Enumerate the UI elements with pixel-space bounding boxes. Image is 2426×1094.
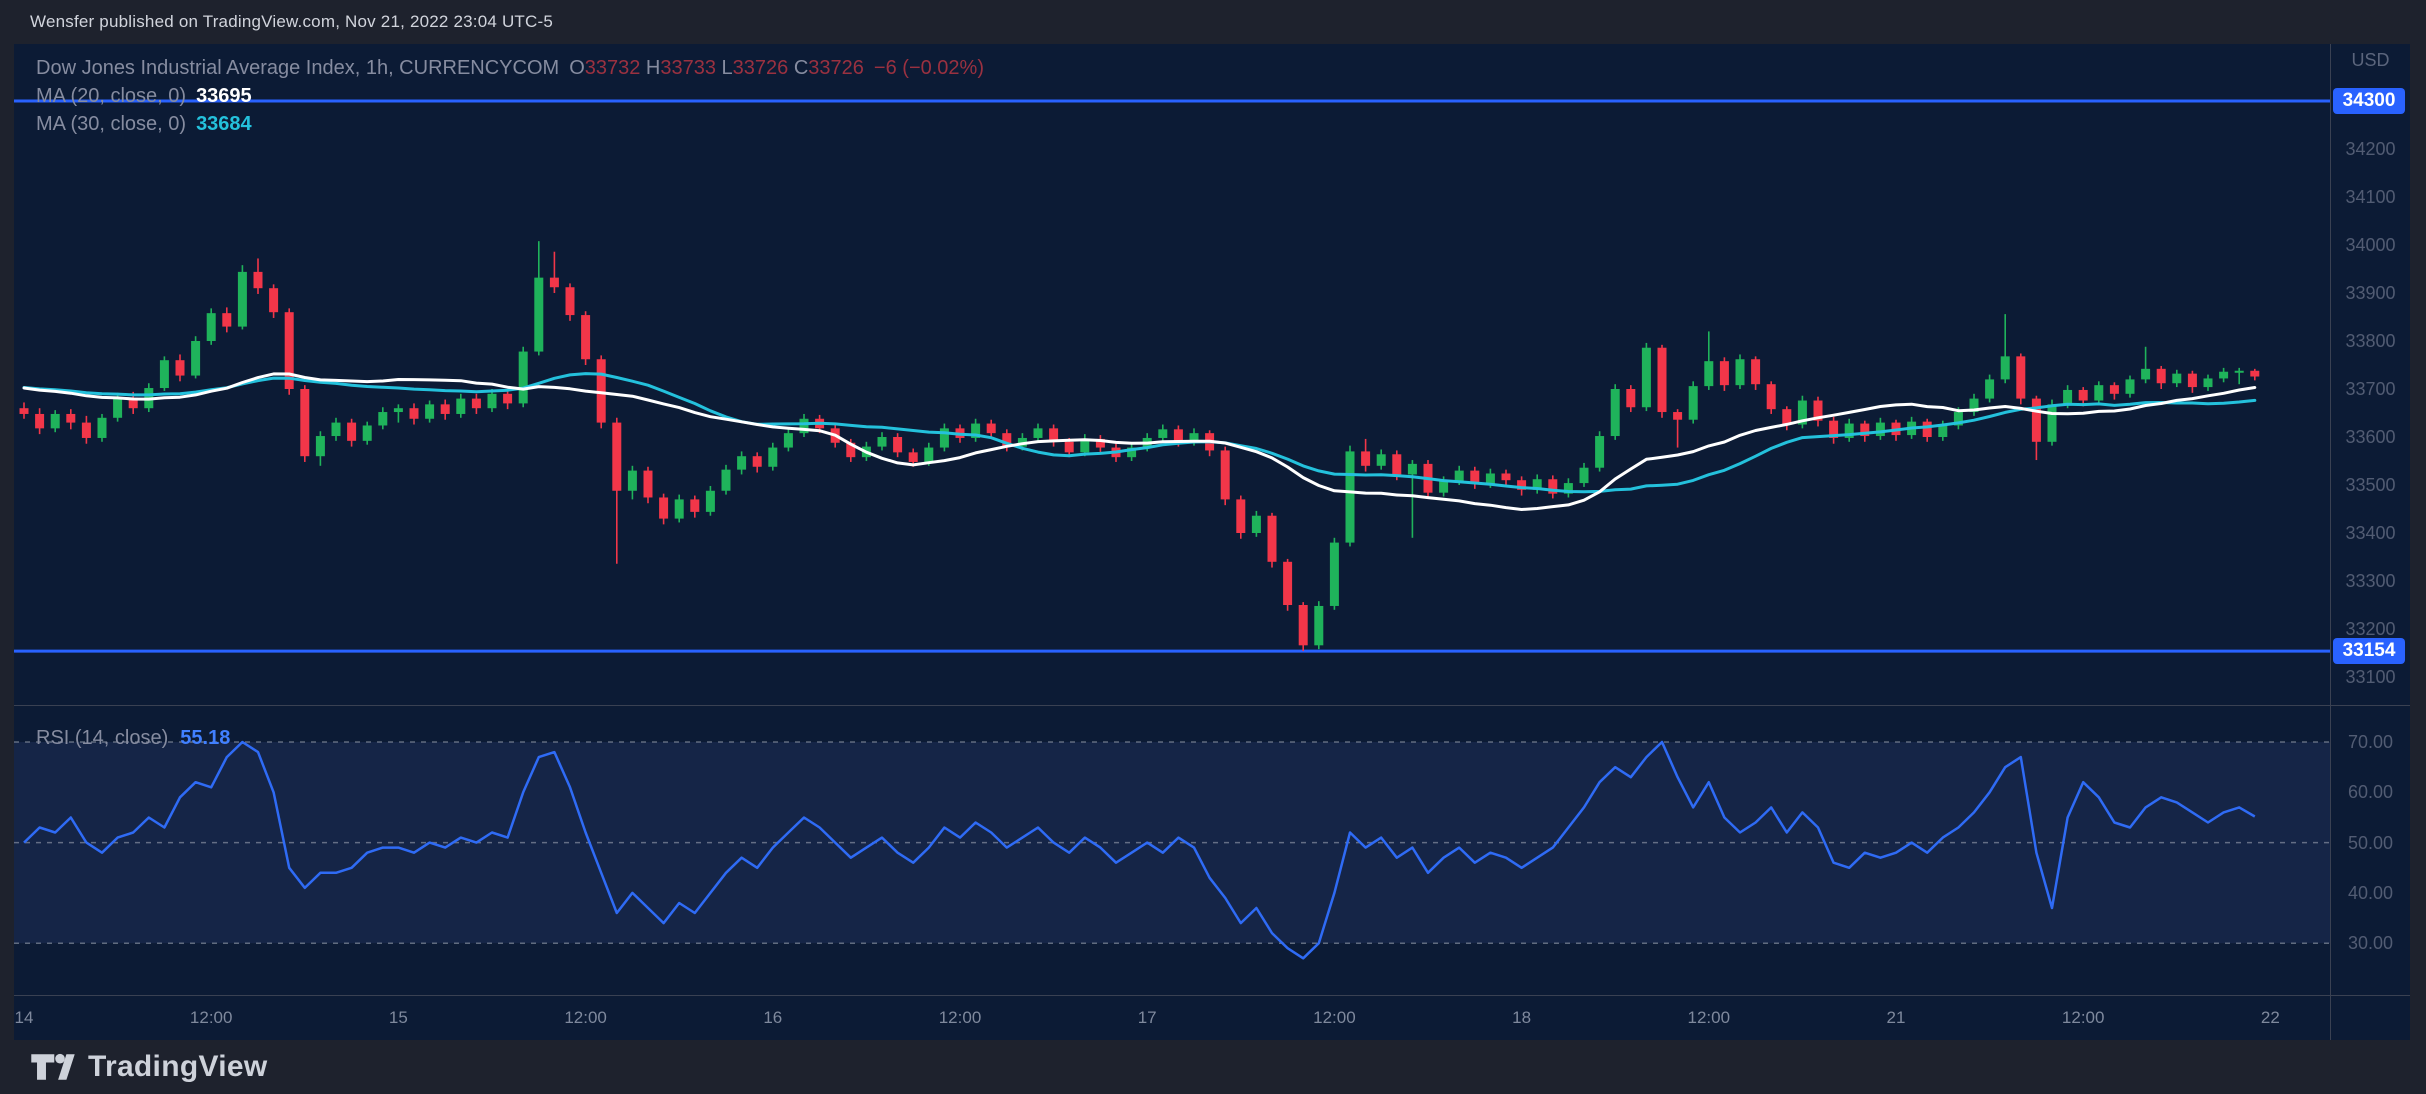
time-tick: 12:00 bbox=[190, 1008, 233, 1028]
ohlc-letter: C bbox=[794, 57, 808, 79]
candles bbox=[20, 241, 2260, 651]
rsi-tick: 50.00 bbox=[2331, 832, 2410, 854]
symbol-legend-row[interactable]: Dow Jones Industrial Average Index, 1h, … bbox=[36, 54, 984, 82]
ma30-label: MA (30, close, 0) bbox=[36, 111, 186, 137]
pane-divider-bottom[interactable] bbox=[14, 995, 2410, 996]
ma30-legend-row[interactable]: MA (30, close, 0) 33684 bbox=[36, 110, 984, 138]
ma30-value: 33684 bbox=[196, 111, 252, 137]
price-tick: 33200 bbox=[2331, 618, 2410, 640]
rsi-tick: 40.00 bbox=[2331, 882, 2410, 904]
ohlc-letter: L bbox=[722, 57, 733, 79]
price-tick: 34100 bbox=[2331, 186, 2410, 208]
price-pane[interactable] bbox=[14, 44, 2330, 705]
time-tick: 12:00 bbox=[939, 1008, 982, 1028]
ohlc-letter: O bbox=[569, 57, 585, 79]
rsi-tick: 70.00 bbox=[2331, 731, 2410, 753]
overlay-ma30[interactable] bbox=[24, 374, 2255, 492]
tradingview-logo-icon bbox=[30, 1052, 76, 1082]
ma20-value: 33695 bbox=[196, 83, 252, 109]
price-tick: 33500 bbox=[2331, 474, 2410, 496]
tradingview-logo[interactable]: TradingView bbox=[30, 1050, 267, 1084]
ohlc-value: 33726 bbox=[733, 57, 794, 79]
rsi-label: RSI (14, close) bbox=[36, 727, 168, 750]
price-tick: 33400 bbox=[2331, 522, 2410, 544]
ohlc-values: O33732 H33733 L33726 C33726 bbox=[569, 55, 864, 81]
price-tick: 33100 bbox=[2331, 666, 2410, 688]
axis-currency-label: USD bbox=[2331, 50, 2410, 71]
price-badge: 33154 bbox=[2333, 638, 2405, 664]
time-tick: 18 bbox=[1512, 1008, 1531, 1028]
time-tick: 14 bbox=[15, 1008, 34, 1028]
time-axis[interactable]: 14 12:00 15 12:00 16 12:00 17 12:00 18 12:00 21 12:… bbox=[14, 995, 2410, 1040]
time-tick: 12:00 bbox=[1313, 1008, 1356, 1028]
change-value: −6 (−0.02%) bbox=[874, 55, 984, 81]
main-legend: Dow Jones Industrial Average Index, 1h, … bbox=[36, 54, 984, 138]
tradingview-wordmark: TradingView bbox=[88, 1050, 267, 1084]
rsi-legend-row[interactable]: RSI (14, close) 55.18 bbox=[36, 727, 230, 750]
time-tick: 12:00 bbox=[564, 1008, 607, 1028]
attribution-bar: Wensfer published on TradingView.com, No… bbox=[0, 0, 2426, 44]
price-badge: 34300 bbox=[2333, 88, 2405, 114]
ma20-legend-row[interactable]: MA (20, close, 0) 33695 bbox=[36, 82, 984, 110]
rsi-pane[interactable] bbox=[14, 705, 2330, 995]
footer-bar: TradingView bbox=[0, 1040, 2426, 1094]
time-tick: 16 bbox=[763, 1008, 782, 1028]
rsi-tick: 30.00 bbox=[2331, 932, 2410, 954]
price-tick: 34200 bbox=[2331, 138, 2410, 160]
time-tick: 12:00 bbox=[2062, 1008, 2105, 1028]
rsi-tick: 60.00 bbox=[2331, 781, 2410, 803]
attribution-text: Wensfer published on TradingView.com, No… bbox=[0, 12, 553, 32]
price-tick: 34000 bbox=[2331, 234, 2410, 256]
ohlc-value: 33726 bbox=[808, 57, 864, 79]
chart-widget[interactable]: Dow Jones Industrial Average Index, 1h, … bbox=[14, 44, 2410, 1040]
ohlc-value: 33733 bbox=[660, 57, 721, 79]
price-tick: 33700 bbox=[2331, 378, 2410, 400]
time-tick: 12:00 bbox=[1688, 1008, 1731, 1028]
price-axis[interactable]: USD 34200 34100 34000 33900 33800 33700 33600 3… bbox=[2331, 44, 2410, 1040]
time-tick: 21 bbox=[1887, 1008, 1906, 1028]
price-tick: 33300 bbox=[2331, 570, 2410, 592]
ohlc-letter: H bbox=[646, 57, 660, 79]
time-tick: 17 bbox=[1138, 1008, 1157, 1028]
price-tick: 33900 bbox=[2331, 282, 2410, 304]
ohlc-value: 33732 bbox=[585, 57, 646, 79]
price-tick: 33600 bbox=[2331, 426, 2410, 448]
rsi-value: 55.18 bbox=[180, 727, 230, 750]
time-tick: 15 bbox=[389, 1008, 408, 1028]
price-tick: 33800 bbox=[2331, 330, 2410, 352]
overlay-ma20[interactable] bbox=[24, 374, 2255, 510]
ma20-label: MA (20, close, 0) bbox=[36, 83, 186, 109]
tradingview-published-chart: Wensfer published on TradingView.com, No… bbox=[0, 0, 2426, 1094]
symbol-title: Dow Jones Industrial Average Index, 1h, … bbox=[36, 55, 559, 81]
pane-divider-top[interactable] bbox=[14, 705, 2410, 706]
time-tick: 22 bbox=[2261, 1008, 2280, 1028]
